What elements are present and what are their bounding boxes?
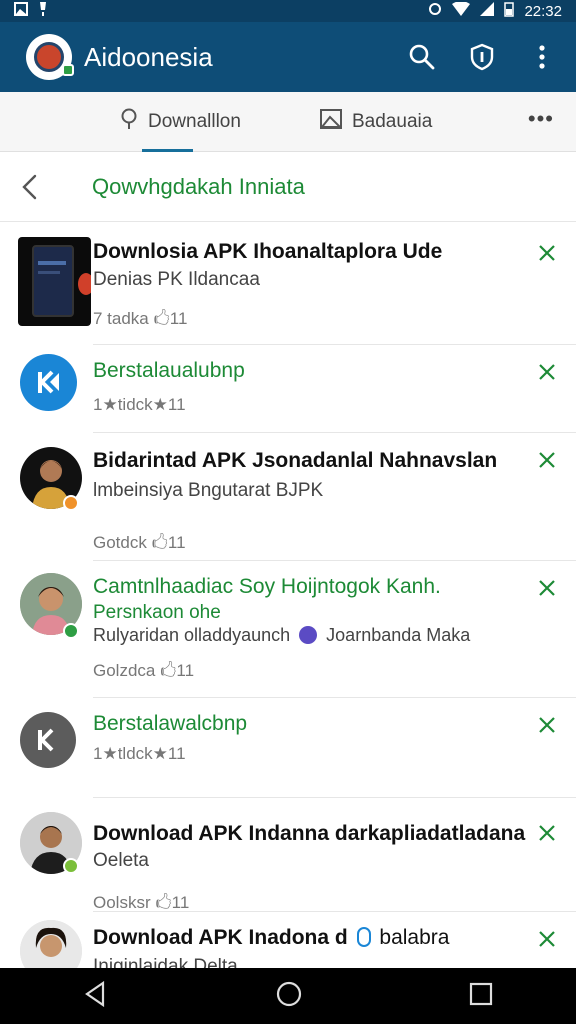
back-icon[interactable] xyxy=(83,980,109,1012)
tab-gallery[interactable]: Badauaia xyxy=(319,92,432,152)
item-title: Bidarintad APK Jsonadanlal Nahnavslan xyxy=(93,449,498,472)
close-icon[interactable] xyxy=(538,451,556,469)
status-bar: 22:32 xyxy=(0,0,576,22)
list-item[interactable]: Download APK Inadona d balabra Iniginlai… xyxy=(0,912,576,968)
list-item[interactable]: Berstalawalcbnp 1★tldck★11 xyxy=(0,698,576,798)
item-title: Download APK Inadona d balabra xyxy=(93,926,450,949)
item-meta: Golzdca 🖒11 xyxy=(93,661,195,680)
list-item[interactable]: Downlosia APK Ihoanaltaplora Ude Denias … xyxy=(0,222,576,345)
app-icon xyxy=(299,626,318,644)
app-icon xyxy=(20,354,77,411)
system-nav-bar xyxy=(0,968,576,1024)
tab-bar: Downalllon Badauaia ••• xyxy=(0,92,576,152)
item-meta: 1★tldck★11 xyxy=(93,744,186,763)
app-bar: Aidoonesia xyxy=(0,22,576,92)
section-title: Qowvhgdakah Inniata xyxy=(92,173,305,199)
gallery-icon xyxy=(14,2,28,20)
item-title: Berstalaualubnp xyxy=(93,359,245,382)
verified-badge xyxy=(63,623,79,639)
badge-icon xyxy=(356,927,371,947)
subheader: Qowvhgdakah Inniata xyxy=(0,152,576,222)
item-meta: 7 tadka 🖒11 xyxy=(93,309,188,328)
close-icon[interactable] xyxy=(538,716,556,734)
avatar xyxy=(20,920,82,968)
app-title: Aidoonesia xyxy=(84,41,213,72)
home-icon[interactable] xyxy=(275,980,303,1013)
item-subtitle: Denias PK Ildancaa xyxy=(93,269,260,290)
tabs-more-button[interactable]: ••• xyxy=(528,106,554,132)
close-icon[interactable] xyxy=(538,363,556,381)
clock-time: 22:32 xyxy=(524,2,562,20)
back-arrow-icon[interactable] xyxy=(20,174,60,200)
photo-icon xyxy=(319,109,343,135)
list-item[interactable]: Bidarintad APK Jsonadanlal Nahnavslan lm… xyxy=(0,433,576,561)
notification-icon xyxy=(38,2,48,20)
list-item[interactable]: Camtnlhaadiac Soy Hoijntogok Kanh. Persn… xyxy=(0,561,576,698)
close-icon[interactable] xyxy=(538,244,556,262)
close-icon[interactable] xyxy=(538,824,556,842)
app-icon xyxy=(20,712,76,768)
battery-icon xyxy=(504,1,515,21)
close-icon[interactable] xyxy=(538,930,556,948)
item-subtitle: Iniginlaidak Delta xyxy=(93,956,238,968)
search-icon[interactable] xyxy=(402,37,442,77)
item-subtitle: Oeleta xyxy=(93,850,149,871)
signal-icon xyxy=(480,2,495,20)
app-logo[interactable] xyxy=(26,34,74,80)
recents-icon[interactable] xyxy=(469,982,493,1011)
app-thumbnail xyxy=(18,237,91,326)
alarm-icon xyxy=(428,2,442,20)
item-title: Downlosia APK Ihoanaltaplora Ude xyxy=(93,240,443,263)
wifi-icon xyxy=(452,1,471,20)
overflow-menu-icon[interactable] xyxy=(522,37,562,77)
list-item[interactable]: Berstalaualubnp 1★tidck★11 xyxy=(0,345,576,433)
verified-badge xyxy=(63,858,79,874)
item-meta: 1★tidck★11 xyxy=(93,395,186,414)
item-meta: Gotdck 🖒11 xyxy=(93,533,186,552)
list-item[interactable]: Download APK Indanna darkapliadatladana … xyxy=(0,798,576,912)
item-subtitle-2: Rulyaridan olladdyaunch Joarnbanda Maka xyxy=(93,625,471,645)
close-icon[interactable] xyxy=(538,579,556,597)
item-title: Berstalawalcbnp xyxy=(93,712,248,735)
shield-info-icon[interactable] xyxy=(462,37,502,77)
status-badge xyxy=(63,495,79,511)
item-title: Download APK Indanna darkapliadatladana xyxy=(93,822,526,845)
tab-download[interactable]: Downalllon xyxy=(120,92,241,152)
results-list: Downlosia APK Ihoanaltaplora Ude Denias … xyxy=(0,222,576,968)
item-subtitle: Persnkaon ohe xyxy=(93,602,221,623)
item-subtitle: lmbeinsiya Bngutarat BJPK xyxy=(93,480,324,501)
item-title: Camtnlhaadiac Soy Hoijntogok Kanh. xyxy=(93,575,441,598)
pin-icon xyxy=(120,108,138,136)
